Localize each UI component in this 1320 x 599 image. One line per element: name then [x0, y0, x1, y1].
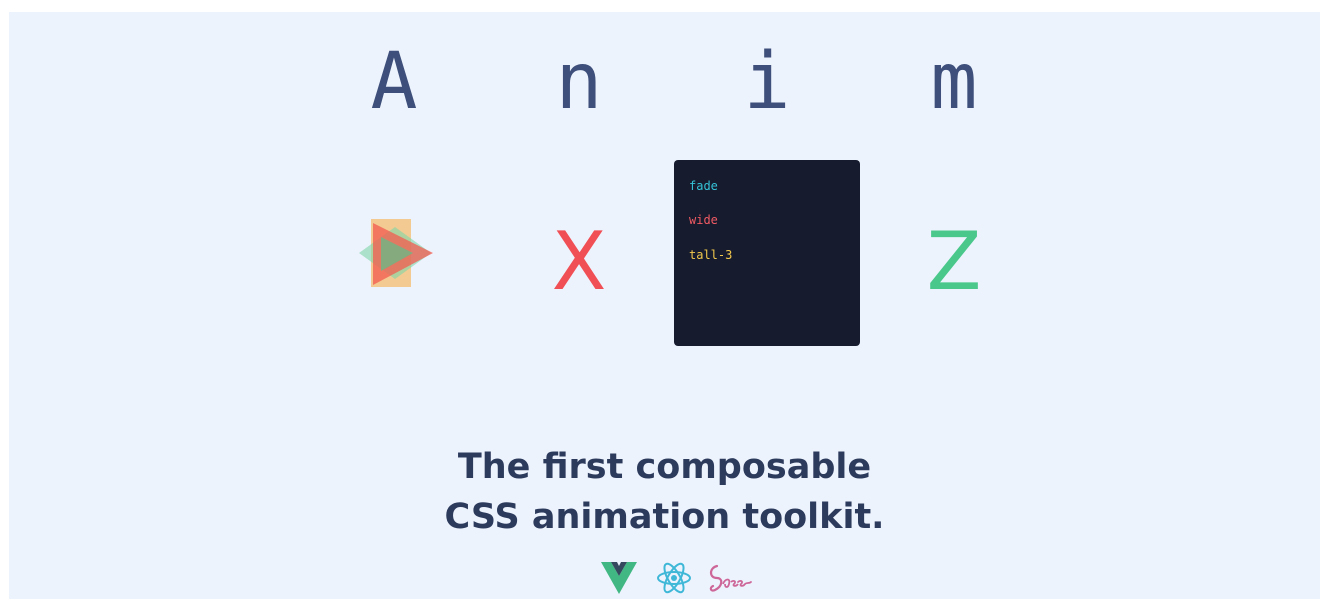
headline-line-2: CSS animation toolkit.	[444, 497, 885, 537]
code-line-tall: tall-3	[689, 248, 733, 262]
vue-logo-icon	[601, 562, 637, 594]
hero-letter-x: X	[551, 215, 607, 308]
hero-letter-i: i	[743, 37, 791, 127]
hero-letter-m: m	[930, 37, 978, 127]
code-line-wide: wide	[689, 213, 718, 227]
code-line-fade: fade	[689, 179, 718, 193]
react-logo-icon	[657, 562, 691, 594]
sass-logo-icon	[709, 564, 752, 592]
headline: The first composable CSS animation toolk…	[9, 442, 1320, 542]
headline-line-1: The first composable	[457, 447, 872, 487]
hero-letter-a: A	[370, 37, 418, 127]
hero-letter-z: Z	[926, 215, 982, 308]
code-preview-panel: fade wide tall-3	[674, 160, 860, 346]
hero-letter-n: n	[555, 37, 603, 127]
animated-logo-icon	[359, 219, 433, 287]
hero-section: A n i m X fade wide tall-3 Z The first c…	[9, 12, 1320, 599]
